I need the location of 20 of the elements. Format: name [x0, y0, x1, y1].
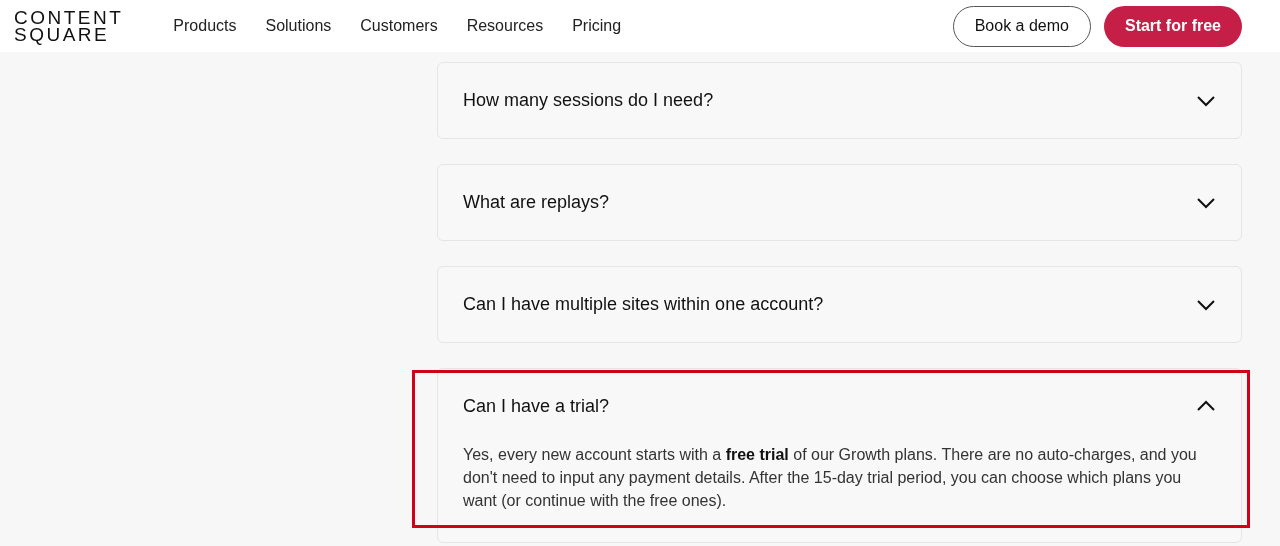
nav-link[interactable]: Resources	[466, 17, 544, 35]
chevron-down-icon[interactable]	[1196, 94, 1216, 107]
faq-question: How many sessions do I need?	[463, 90, 714, 111]
nav-link[interactable]: Pricing	[572, 17, 622, 35]
nav-link[interactable]: Customers	[360, 17, 438, 35]
start-free-button[interactable]: Start for free	[1103, 5, 1242, 47]
chevron-down-icon[interactable]	[1196, 196, 1216, 209]
faq-answer: Yes, every new account starts with a free trial of our Growth plans. There are no auto-charges, and you don't need to input any payment details. After the 15-day trial period, you can choose which plans you want (or continue with the free ones).	[463, 445, 1198, 511]
chevron-up-icon[interactable]	[1196, 400, 1216, 412]
faq-card[interactable]: How many sessions do I need?	[437, 62, 1242, 139]
logo[interactable]: CONTENT SQUARE	[14, 9, 124, 43]
nav-link[interactable]: Solutions	[265, 17, 332, 35]
faq-card[interactable]: What are replays?	[437, 164, 1242, 241]
book-demo-button[interactable]: Book a demo	[952, 5, 1091, 47]
faq-question: Can I have multiple sites within one account?	[463, 294, 824, 315]
nav-link[interactable]: Products	[173, 17, 237, 35]
faq-question: What are replays?	[463, 192, 610, 213]
faq-question: Can I have a trial?	[463, 395, 610, 417]
chevron-down-icon[interactable]	[1196, 298, 1216, 311]
faq-card[interactable]: Can I have multiple sites within one account?	[437, 266, 1242, 343]
